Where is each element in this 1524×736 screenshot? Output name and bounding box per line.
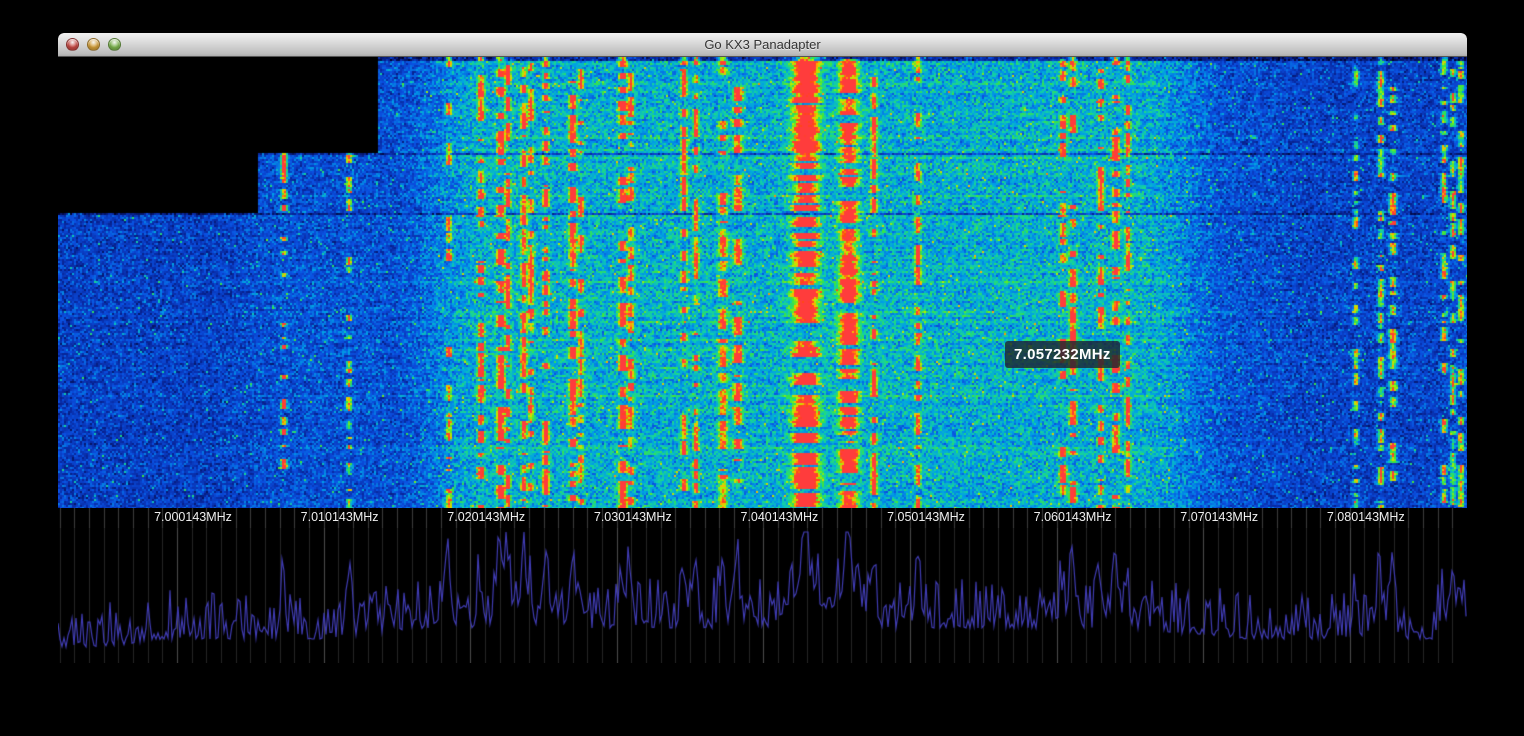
axis-label: 7.030143MHz [594,510,672,524]
spectrum-canvas[interactable] [58,528,1467,663]
window-title: Go KX3 Panadapter [58,33,1467,56]
axis-label: 7.000143MHz [154,510,232,524]
frequency-tooltip: 7.057232MHz [1005,341,1120,368]
titlebar[interactable]: Go KX3 Panadapter [58,33,1467,57]
app-window: Go KX3 Panadapter 7.057232MHz 7.000143MH… [58,33,1467,700]
axis-label: 7.070143MHz [1180,510,1258,524]
frequency-axis: 7.000143MHz 7.010143MHz 7.020143MHz 7.03014… [58,508,1467,528]
spectrum-panel [58,528,1467,663]
waterfall-canvas[interactable] [58,57,1467,508]
waterfall-panel: 7.057232MHz [58,57,1467,508]
axis-label: 7.080143MHz [1327,510,1405,524]
axis-label: 7.010143MHz [301,510,379,524]
axis-label: 7.040143MHz [740,510,818,524]
axis-label: 7.020143MHz [447,510,525,524]
axis-label: 7.060143MHz [1034,510,1112,524]
axis-label: 7.050143MHz [887,510,965,524]
